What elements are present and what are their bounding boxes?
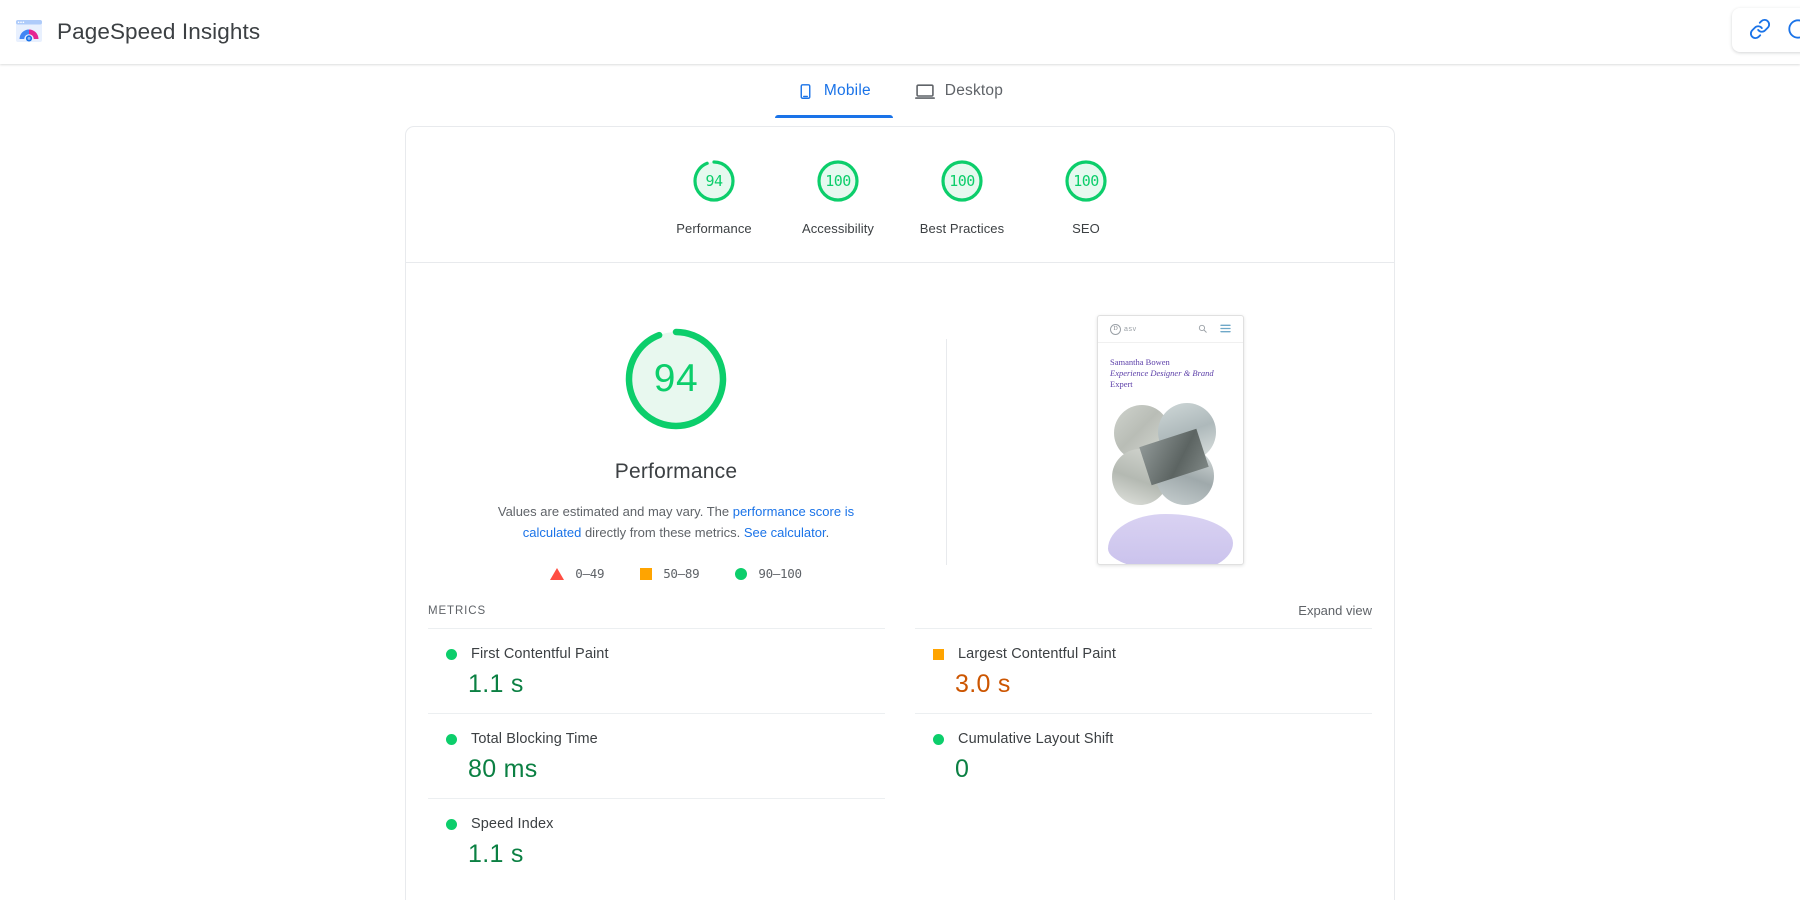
metric-name: Total Blocking Time — [471, 731, 598, 747]
copy-link-button[interactable] — [1742, 14, 1778, 46]
expand-view-button[interactable]: Expand view — [1298, 603, 1372, 618]
thumbnail-heading-line1: Samantha Bowen — [1110, 357, 1170, 367]
metric-value: 1.1 s — [468, 840, 524, 868]
tab-mobile-label: Mobile — [823, 82, 871, 99]
mini-gauge-seo: 100 — [1062, 157, 1110, 205]
mini-gauge-accessibility: 100 — [814, 157, 862, 205]
report-card: 94 Performance 100 Accessibility 100 Bes… — [405, 126, 1395, 900]
triangle-poor-icon — [550, 567, 565, 580]
metric-status-square-icon — [933, 648, 944, 660]
metric-status-circle-icon — [933, 733, 944, 745]
metric-status-circle-icon — [446, 733, 457, 745]
link-icon — [1749, 18, 1771, 43]
metric-status-circle-icon — [446, 818, 457, 830]
legend-item-poor: 0–49 — [550, 566, 605, 581]
desktop-monitor-icon — [914, 81, 935, 101]
performance-gauge-value: 94 — [653, 357, 699, 400]
thumbnail-heading: Samantha Bowen Experience Designer & Bra… — [1098, 343, 1243, 390]
help-button[interactable] — [1780, 14, 1800, 46]
mini-score-seo: 100 — [1073, 172, 1099, 190]
thumbnail-heading-line2: Experience Designer & Brand — [1110, 368, 1214, 378]
metric-name: Largest Contentful Paint — [958, 646, 1116, 662]
tab-mobile[interactable]: Mobile — [774, 64, 893, 118]
performance-gauge: 94 — [620, 323, 732, 435]
see-calculator-link[interactable]: See calculator — [744, 525, 826, 540]
metric-value: 80 ms — [468, 755, 538, 783]
desc-text-1: Values are estimated and may vary. The — [497, 504, 733, 519]
hamburger-menu-icon — [1220, 320, 1231, 338]
hero-right: D asv Samantha Bowen Experience Designer… — [947, 311, 1394, 565]
help-icon — [1787, 18, 1800, 43]
page-wrap: 94 Performance 100 Accessibility 100 Bes… — [0, 118, 1800, 900]
score-label-best-practices: Best Practices — [919, 221, 1005, 236]
score-chip-best-practices[interactable]: 100 Best Practices — [900, 157, 1024, 236]
score-chip-accessibility[interactable]: 100 Accessibility — [776, 157, 900, 236]
purple-blob-shape — [1108, 514, 1233, 564]
category-scores-row: 94 Performance 100 Accessibility 100 Bes… — [406, 127, 1394, 263]
metric-status-circle-icon — [446, 648, 457, 660]
mobile-phone-icon — [797, 83, 814, 100]
metrics-header: METRICS Expand view — [406, 581, 1394, 628]
page-screenshot-thumbnail[interactable]: D asv Samantha Bowen Experience Designer… — [1097, 315, 1244, 565]
legend-item-average: 50–89 — [640, 566, 700, 581]
app-title: PageSpeed Insights — [57, 19, 261, 44]
hero-left: 94 Performance Values are estimated and … — [406, 311, 946, 581]
metric-value: 0 — [955, 755, 970, 783]
desc-text-3: . — [825, 525, 830, 540]
mini-gauge-best-practices: 100 — [938, 157, 986, 205]
legend-label-average: 50–89 — [663, 566, 700, 581]
tab-desktop-label: Desktop — [944, 82, 1004, 99]
legend-item-good: 90–100 — [735, 566, 802, 581]
metric-first-contentful-paint[interactable]: First Contentful Paint 1.1 s — [428, 628, 885, 713]
performance-hero: 94 Performance Values are estimated and … — [406, 263, 1394, 581]
performance-description: Values are estimated and may vary. The p… — [476, 501, 876, 543]
thumbnail-artwork — [1098, 403, 1243, 508]
score-label-accessibility: Accessibility — [801, 221, 875, 236]
header-actions — [1732, 8, 1800, 52]
brand[interactable]: PageSpeed Insights — [14, 17, 260, 47]
pagespeed-gauge-logo-icon — [14, 17, 44, 47]
metrics-title: METRICS — [428, 604, 487, 617]
score-label-seo: SEO — [1072, 221, 1100, 236]
metric-value: 3.0 s — [955, 670, 1011, 698]
metric-name: Speed Index — [471, 816, 554, 832]
thumbnail-icons — [1198, 320, 1231, 338]
metric-largest-contentful-paint[interactable]: Largest Contentful Paint 3.0 s — [915, 628, 1372, 713]
metrics-grid: First Contentful Paint 1.1 s Largest Con… — [406, 628, 1394, 900]
score-chip-seo[interactable]: 100 SEO — [1024, 157, 1148, 236]
metric-name: Cumulative Layout Shift — [958, 731, 1114, 747]
thumbnail-logo-text: asv — [1124, 325, 1137, 333]
thumbnail-topbar: D asv — [1098, 316, 1243, 343]
thumbnail-logo: D asv — [1110, 323, 1137, 335]
mini-score-accessibility: 100 — [825, 172, 851, 190]
performance-heading: Performance — [614, 460, 738, 483]
metric-name: First Contentful Paint — [471, 646, 609, 662]
score-chip-performance[interactable]: 94 Performance — [652, 157, 776, 236]
mini-gauge-performance: 94 — [690, 157, 738, 205]
app-header: PageSpeed Insights — [0, 0, 1800, 64]
legend-label-poor: 0–49 — [575, 566, 605, 581]
metric-value: 1.1 s — [468, 670, 524, 698]
mini-score-performance: 94 — [705, 172, 723, 190]
metric-total-blocking-time[interactable]: Total Blocking Time 80 ms — [428, 713, 885, 798]
mini-score-best-practices: 100 — [949, 172, 975, 190]
metrics-section: METRICS Expand view First Contentful Pai… — [406, 581, 1394, 900]
circle-good-icon — [735, 567, 748, 580]
tab-desktop[interactable]: Desktop — [893, 64, 1025, 118]
search-icon — [1198, 320, 1207, 338]
thumbnail-heading-line3: Expert — [1110, 379, 1133, 389]
circled-d-icon: D — [1110, 323, 1121, 335]
square-average-icon — [640, 567, 653, 580]
score-label-performance: Performance — [676, 221, 752, 236]
desc-text-2: directly from these metrics. — [581, 525, 744, 540]
legend-label-good: 90–100 — [758, 566, 802, 581]
score-legend: 0–49 50–89 90–100 — [550, 566, 802, 581]
platform-tabs: Mobile Desktop — [0, 64, 1800, 118]
metric-speed-index[interactable]: Speed Index 1.1 s — [428, 798, 885, 883]
metric-cumulative-layout-shift[interactable]: Cumulative Layout Shift 0 — [915, 713, 1372, 798]
